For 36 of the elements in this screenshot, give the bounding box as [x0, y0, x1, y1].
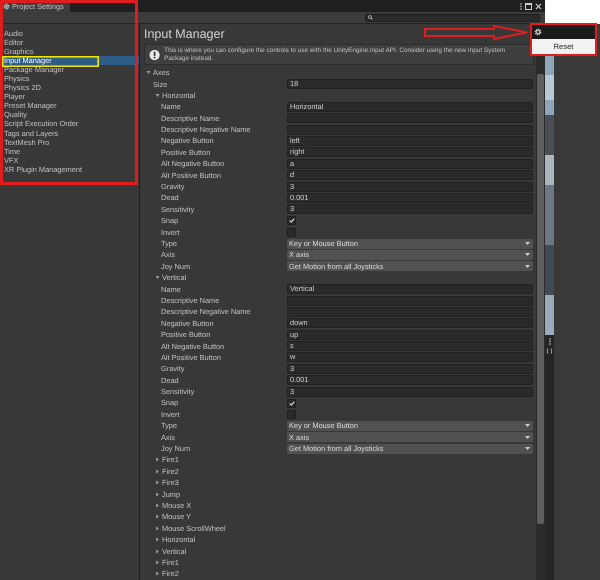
dropdown-arrow-icon — [525, 424, 530, 428]
scrollbar-thumb[interactable] — [537, 74, 544, 524]
checkbox[interactable] — [287, 216, 296, 226]
caret-icon[interactable] — [146, 70, 151, 76]
caret-icon[interactable] — [155, 571, 160, 576]
caret-icon[interactable] — [155, 457, 160, 462]
dropdown-arrow-icon — [525, 253, 530, 256]
inspector-title: Input Manager — [144, 27, 225, 42]
caret-icon[interactable] — [155, 503, 160, 508]
dropdown-arrow-icon — [525, 447, 530, 450]
caret-icon[interactable] — [155, 468, 160, 474]
search-icon — [368, 15, 373, 20]
caret-icon[interactable] — [155, 492, 160, 497]
caret-icon[interactable] — [155, 275, 160, 280]
checkbox[interactable] — [287, 410, 296, 419]
gear-icon — [3, 3, 10, 10]
check-icon — [288, 218, 294, 224]
checkbox[interactable] — [287, 398, 296, 408]
caret-icon[interactable] — [155, 526, 160, 531]
info-icon — [149, 48, 160, 60]
caret-icon[interactable] — [155, 92, 160, 98]
check-icon — [288, 400, 294, 406]
search-field[interactable] — [365, 14, 540, 22]
maximize-icon[interactable] — [525, 2, 532, 10]
dropdown-arrow-icon — [525, 436, 530, 439]
caret-icon[interactable] — [155, 548, 160, 554]
caret-icon[interactable] — [155, 480, 160, 486]
gear-icon[interactable] — [534, 28, 542, 36]
caret-icon[interactable] — [155, 537, 160, 542]
dropdown-arrow-icon — [525, 264, 530, 268]
caret-icon[interactable] — [155, 560, 160, 565]
brackets-icon[interactable] — [546, 348, 553, 354]
checkbox[interactable] — [287, 228, 296, 237]
caret-icon[interactable] — [155, 514, 160, 520]
close-icon[interactable] — [535, 2, 542, 10]
dropdown-arrow-icon — [525, 242, 530, 246]
